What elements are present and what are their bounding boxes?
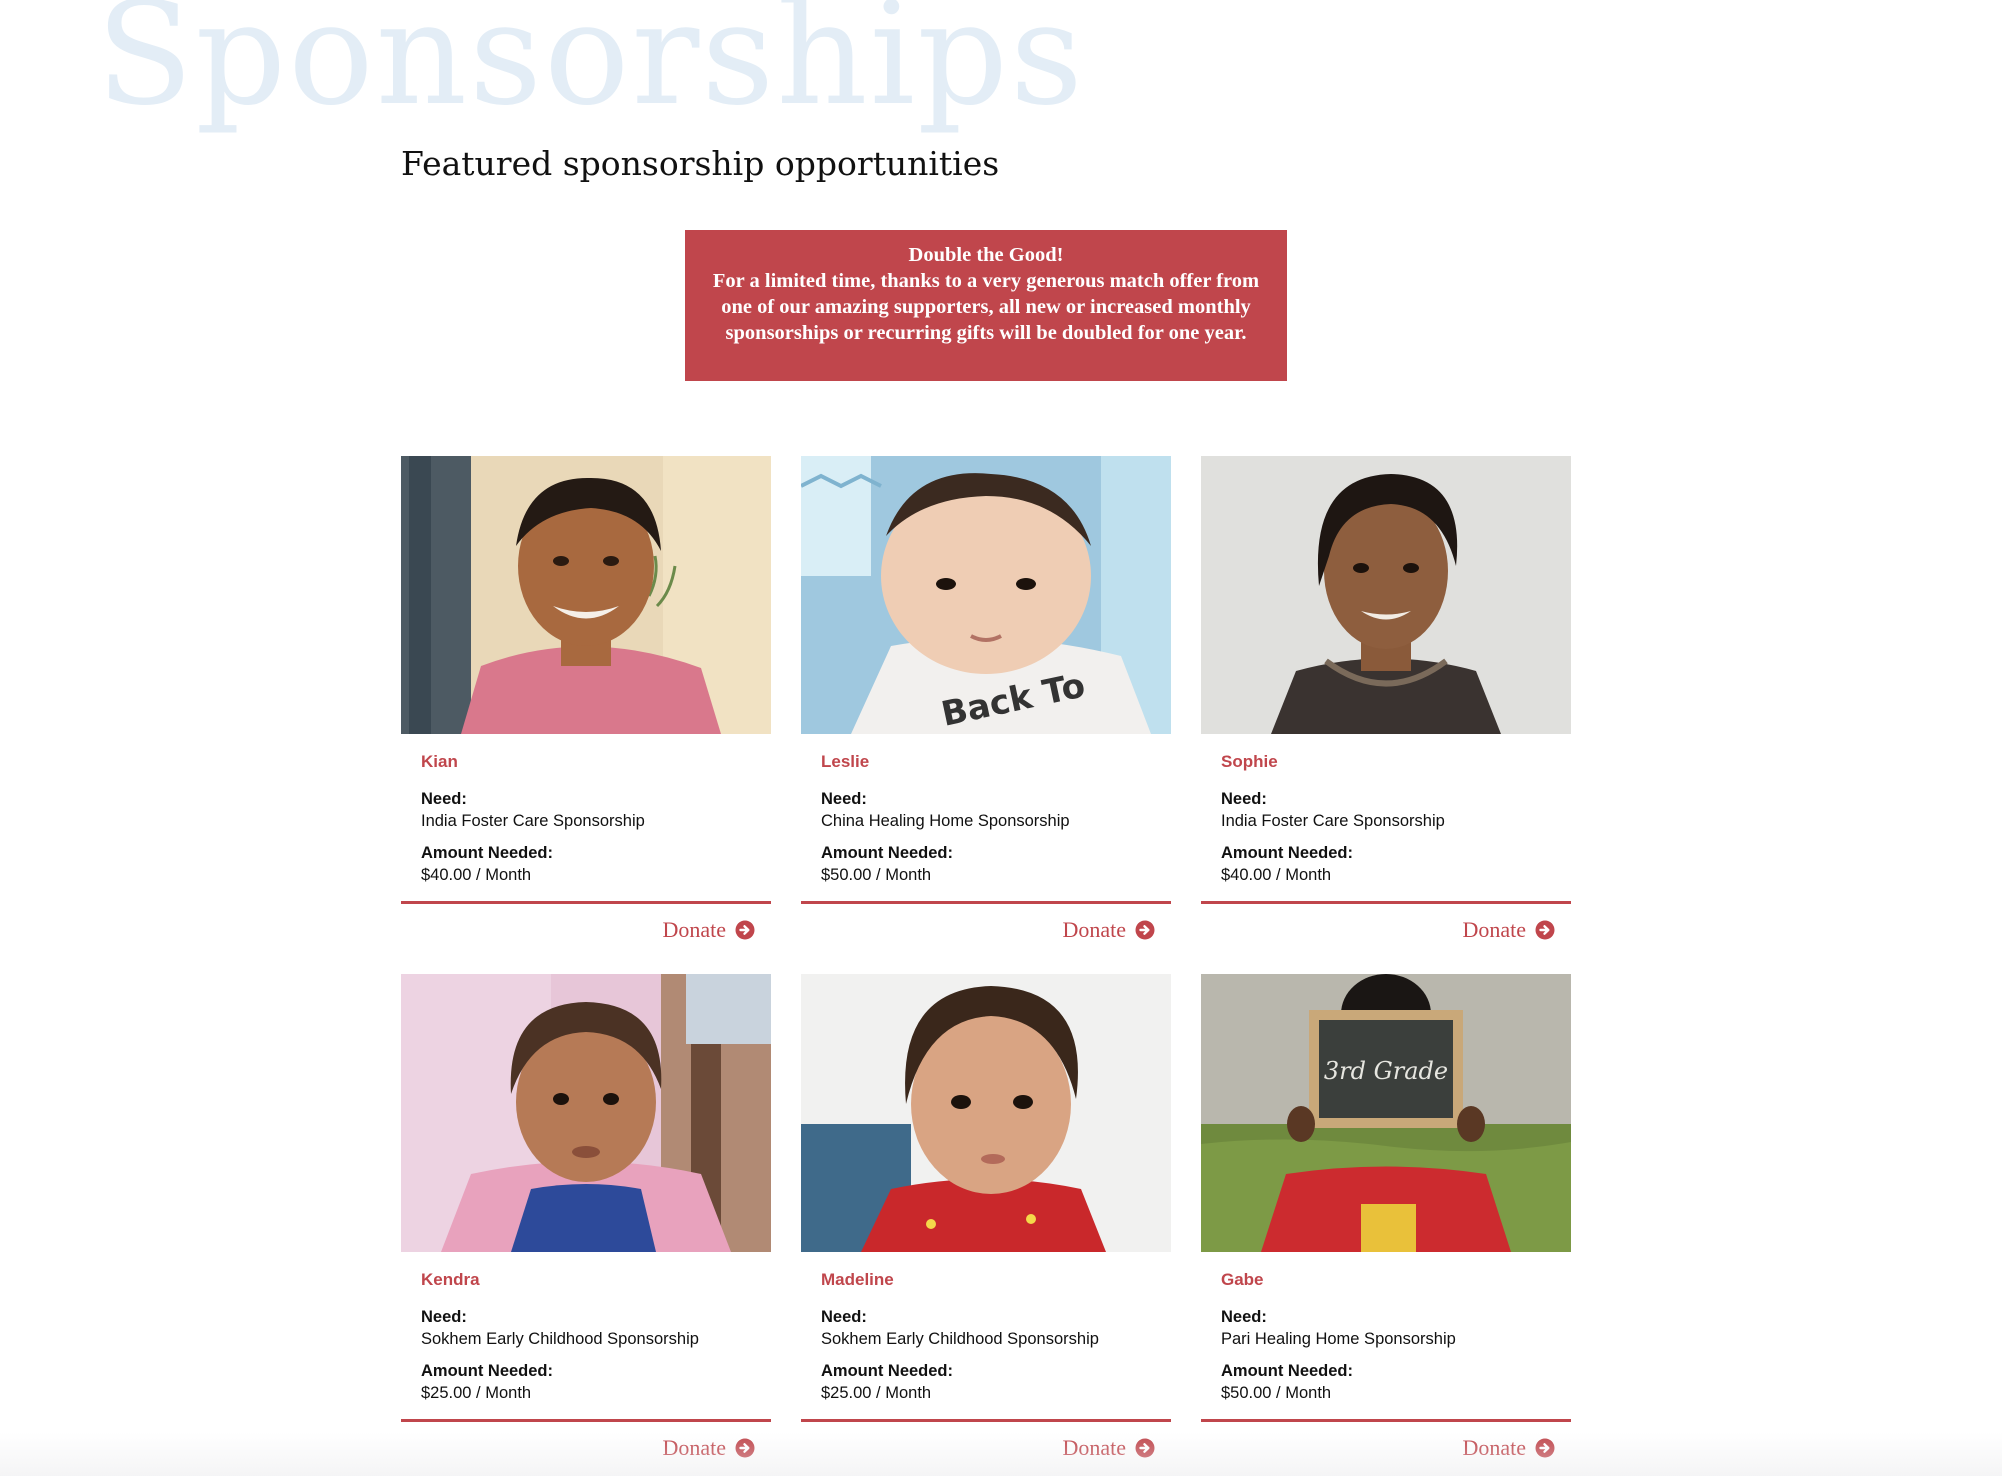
child-photo[interactable] [801,974,1171,1252]
sponsorship-card: Kendra Need: Sokhem Early Childhood Spon… [401,974,771,1464]
need-value: Pari Healing Home Sponsorship [1221,1330,1456,1348]
amount-value: $50.00 / Month [821,866,932,884]
amount-block: Amount Needed: $50.00 / Month [1221,1361,1551,1404]
promo-heading: Double the Good! [908,244,1064,266]
child-photo[interactable]: 3rd Grade [1201,974,1571,1252]
amount-label: Amount Needed: [821,844,953,862]
amount-label: Amount Needed: [1221,844,1353,862]
amount-label: Amount Needed: [421,1362,553,1380]
child-photo[interactable] [401,974,771,1252]
donate-button[interactable]: Donate [1462,917,1555,943]
need-label: Need: [421,790,467,808]
amount-label: Amount Needed: [1221,1362,1353,1380]
child-name: Gabe [1221,1270,1264,1289]
amount-block: Amount Needed: $25.00 / Month [821,1361,1151,1404]
need-label: Need: [1221,790,1267,808]
donate-label: Donate [1062,917,1126,942]
sponsorship-card: 3rd Grade Gabe Need: Pari Healing Home S… [1201,974,1571,1464]
need-value: China Healing Home Sponsorship [821,812,1070,830]
sponsorship-card: Madeline Need: Sokhem Early Childhood Sp… [801,974,1171,1464]
amount-label: Amount Needed: [821,1362,953,1380]
child-name: Kendra [421,1270,480,1289]
donate-label: Donate [1062,1435,1126,1460]
donate-label: Donate [662,1435,726,1460]
amount-value: $50.00 / Month [1221,1384,1332,1402]
amount-value: $40.00 / Month [421,866,532,884]
card-info: Kendra Need: Sokhem Early Childhood Spon… [401,1252,771,1422]
sponsorship-grid: Kian Need: India Foster Care Sponsorship… [401,456,1571,1464]
child-photo[interactable] [401,456,771,734]
donate-button[interactable]: Donate [1062,917,1155,943]
section-title: Featured sponsorship opportunities [401,144,1000,183]
promo-body: For a limited time, thanks to a very gen… [712,270,1260,344]
amount-block: Amount Needed: $40.00 / Month [1221,843,1551,886]
amount-block: Amount Needed: $40.00 / Month [421,843,751,886]
arrow-circle-right-icon [1135,920,1155,940]
need-label: Need: [421,1308,467,1326]
amount-value: $25.00 / Month [821,1384,932,1402]
need-label: Need: [821,790,867,808]
amount-value: $40.00 / Month [1221,866,1332,884]
donate-button[interactable]: Donate [662,1435,755,1461]
child-name: Leslie [821,752,870,771]
child-photo[interactable] [1201,456,1571,734]
child-name: Madeline [821,1270,894,1289]
arrow-circle-right-icon [1535,1438,1555,1458]
donate-label: Donate [1462,917,1526,942]
card-info: Sophie Need: India Foster Care Sponsorsh… [1201,734,1571,904]
chalkboard-text: 3rd Grade [1324,1057,1448,1085]
card-info: Kian Need: India Foster Care Sponsorship… [401,734,771,904]
sponsorship-card: Back To Leslie Need: China Healing Home … [801,456,1171,946]
sponsorship-card: Kian Need: India Foster Care Sponsorship… [401,456,771,946]
donate-button[interactable]: Donate [1062,1435,1155,1461]
child-name: Sophie [1221,752,1278,771]
arrow-circle-right-icon [1535,920,1555,940]
need-label: Need: [1221,1308,1267,1326]
child-photo[interactable]: Back To [801,456,1171,734]
need-value: Sokhem Early Childhood Sponsorship [821,1330,1099,1348]
need-value: India Foster Care Sponsorship [1221,812,1445,830]
promo-banner: Double the Good! For a limited time, tha… [685,230,1287,381]
arrow-circle-right-icon [1135,1438,1155,1458]
donate-label: Donate [1462,1435,1526,1460]
amount-block: Amount Needed: $50.00 / Month [821,843,1151,886]
child-name: Kian [421,752,458,771]
card-info: Leslie Need: China Healing Home Sponsors… [801,734,1171,904]
need-value: India Foster Care Sponsorship [421,812,645,830]
card-info: Gabe Need: Pari Healing Home Sponsorship… [1201,1252,1571,1422]
card-info: Madeline Need: Sokhem Early Childhood Sp… [801,1252,1171,1422]
page-watermark-title: Sponsorships [96,0,1085,137]
donate-button[interactable]: Donate [662,917,755,943]
amount-value: $25.00 / Month [421,1384,532,1402]
donate-button[interactable]: Donate [1462,1435,1555,1461]
need-value: Sokhem Early Childhood Sponsorship [421,1330,699,1348]
sponsorship-card: Sophie Need: India Foster Care Sponsorsh… [1201,456,1571,946]
donate-label: Donate [662,917,726,942]
amount-label: Amount Needed: [421,844,553,862]
need-label: Need: [821,1308,867,1326]
arrow-circle-right-icon [735,1438,755,1458]
amount-block: Amount Needed: $25.00 / Month [421,1361,751,1404]
arrow-circle-right-icon [735,920,755,940]
